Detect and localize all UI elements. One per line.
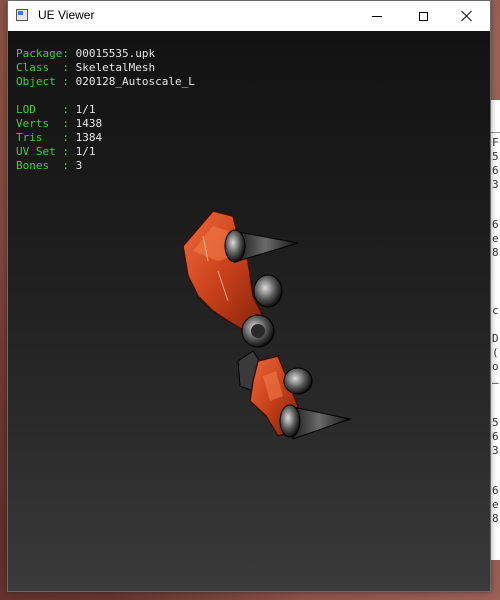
info-label: Tris :	[16, 131, 76, 144]
background-text: 8	[492, 512, 499, 525]
background-text: 6	[492, 164, 499, 177]
background-divider	[490, 132, 500, 133]
maximize-button[interactable]	[400, 1, 446, 31]
info-label: UV Set :	[16, 145, 76, 158]
info-row-verts: Verts : 1438	[16, 117, 195, 131]
background-text: 6	[492, 218, 499, 231]
background-text: 5	[492, 416, 499, 429]
background-text: c	[492, 304, 499, 317]
upper-bolt-2-core	[251, 324, 265, 338]
minimize-button[interactable]	[354, 1, 400, 31]
info-row-tris: Tris : 1384	[16, 131, 195, 145]
background-window: F 5 6 3 6 e 8 c D ( o – 5 6 3 6 e 8	[490, 100, 500, 560]
window-title: UE Viewer	[38, 8, 95, 22]
background-text: (	[492, 346, 499, 359]
lower-spike	[279, 404, 352, 440]
background-text: 8	[492, 246, 499, 259]
maximize-icon	[418, 11, 428, 21]
info-label: Class :	[16, 61, 76, 74]
background-text: e	[492, 232, 499, 245]
mesh-info-overlay: Package: 00015535.upk Class : SkeletalMe…	[16, 47, 195, 173]
minimize-icon	[372, 15, 382, 17]
info-value: 1/1	[75, 145, 96, 158]
background-text: 6	[492, 484, 499, 497]
info-value: 3	[75, 159, 83, 172]
info-label: Object :	[16, 75, 76, 88]
info-value: 1/1	[75, 103, 96, 116]
3d-viewport[interactable]: Package: 00015535.upk Class : SkeletalMe…	[8, 31, 490, 591]
info-row-package: Package: 00015535.upk	[16, 47, 195, 61]
lower-bolt	[283, 367, 313, 395]
info-label: Verts :	[16, 117, 76, 130]
background-text: F	[492, 136, 499, 149]
info-value: 00015535.upk	[75, 47, 156, 60]
info-value: 1384	[75, 131, 103, 144]
background-text: 5	[492, 150, 499, 163]
background-text: 3	[492, 444, 499, 457]
info-row-class: Class : SkeletalMesh	[16, 61, 195, 75]
background-text: e	[492, 498, 499, 511]
info-row-lod: LOD : 1/1	[16, 103, 195, 117]
info-label: Bones :	[16, 159, 76, 172]
info-value: SkeletalMesh	[75, 61, 156, 74]
info-row-bones: Bones : 3	[16, 159, 195, 173]
app-window-icon[interactable]	[16, 9, 28, 21]
background-text: 3	[492, 178, 499, 191]
close-button[interactable]	[444, 1, 490, 31]
info-row-object: Object : 020128_Autoscale_L	[16, 75, 195, 89]
close-icon	[461, 10, 473, 22]
info-row-uvset: UV Set : 1/1	[16, 145, 195, 159]
background-text: –	[492, 376, 499, 389]
background-text: o	[492, 360, 499, 373]
info-label: LOD :	[16, 103, 76, 116]
background-text: 6	[492, 430, 499, 443]
info-value: 020128_Autoscale_L	[75, 75, 195, 88]
info-value: 1438	[75, 117, 103, 130]
ue-viewer-window: UE Viewer Package: 00015535.upk Class : …	[7, 0, 491, 592]
info-label: Package:	[16, 47, 76, 60]
upper-spike	[224, 229, 299, 263]
skeletal-mesh-model[interactable]	[158, 201, 358, 441]
upper-bolt-1	[253, 274, 283, 308]
background-text: D	[492, 332, 499, 345]
title-bar[interactable]: UE Viewer	[8, 1, 490, 31]
